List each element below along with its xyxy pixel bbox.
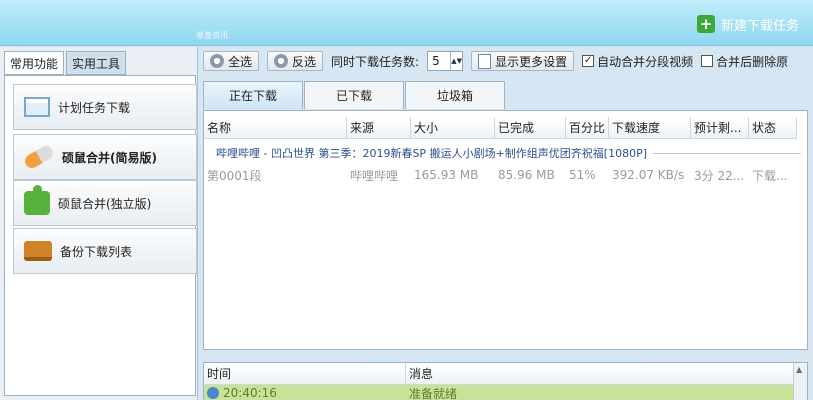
column-remaining[interactable]: 预计剩...: [691, 117, 749, 139]
sidebar-item-label: 硕鼠合并(独立版): [58, 196, 152, 211]
log-time-cell: 20:40:16: [204, 385, 406, 400]
stepper-arrows-icon[interactable]: ▲▼: [450, 52, 462, 70]
download-tabs: 正在下载 已下载 垃圾箱: [203, 81, 505, 109]
table-row[interactable]: 第0001段 哔哩哔哩 165.93 MB 85.96 MB 51% 392.0…: [204, 166, 797, 184]
cell-percent: 51%: [569, 168, 596, 182]
table-header: 名称 来源 大小 已完成 百分比 下载速度 预计剩... 状态: [204, 117, 797, 139]
tab-common-functions[interactable]: 常用功能: [4, 51, 65, 75]
invert-selection-button[interactable]: 反选: [267, 51, 324, 71]
select-all-button[interactable]: 全选: [203, 51, 260, 71]
cell-status: 下载...: [752, 168, 788, 183]
concurrent-stepper[interactable]: 5 ▲▼: [427, 51, 464, 71]
new-task-label: 新建下载任务: [720, 18, 799, 34]
wallet-icon: [24, 241, 52, 261]
checkbox-unchecked-icon: [701, 55, 714, 67]
column-status[interactable]: 状态: [749, 117, 797, 139]
cell-source: 哔哩哔哩: [350, 168, 399, 183]
tab-utilities[interactable]: 实用工具: [66, 51, 127, 75]
column-speed[interactable]: 下载速度: [609, 117, 691, 139]
download-table: 名称 来源 大小 已完成 百分比 下载速度 预计剩... 状态 哔哩哔哩 - 凹…: [203, 110, 808, 350]
auto-merge-label: 自动合并分段视频: [597, 54, 694, 69]
more-settings-button[interactable]: 显示更多设置: [471, 51, 575, 71]
delete-after-merge-checkbox[interactable]: 合并后删除原: [701, 53, 788, 70]
left-function-list: 计划任务下载 硕鼠合并(简易版) 硕鼠合并(独立版) 备份下载列表: [4, 75, 197, 396]
download-toolbar: 全选 反选 同时下载任务数: 5 ▲▼ 显示更多设置 ✓ 自动合并分段视频 合并…: [203, 49, 811, 73]
select-all-label: 全选: [228, 54, 253, 69]
tab-downloaded[interactable]: 已下载: [304, 81, 404, 109]
log-row[interactable]: 20:40:16 准备就绪: [204, 385, 807, 400]
log-scrollbar[interactable]: [793, 363, 807, 400]
sidebar-item-label: 硕鼠合并(简易版): [62, 150, 157, 165]
left-panel: 常用功能 实用工具 计划任务下载 硕鼠合并(简易版) 硕鼠合并(独立版) 备份下…: [0, 47, 198, 400]
concurrent-value: 5: [432, 54, 440, 68]
tab-trash[interactable]: 垃圾箱: [405, 81, 505, 109]
calendar-icon: [24, 97, 50, 117]
column-name[interactable]: 名称: [204, 117, 347, 139]
sidebar-item-backup-list[interactable]: 备份下载列表: [13, 228, 197, 274]
sidebar-item-scheduled-download[interactable]: 计划任务下载: [13, 84, 197, 130]
puzzle-icon: [24, 185, 50, 215]
left-tabs: 常用功能 实用工具: [4, 51, 127, 75]
group-divider: [653, 152, 801, 154]
sidebar-item-merge-simple[interactable]: 硕鼠合并(简易版): [13, 134, 197, 180]
pill-icon: [22, 143, 56, 171]
column-size[interactable]: 大小: [411, 117, 495, 139]
column-completed[interactable]: 已完成: [495, 117, 566, 139]
cell-remaining: 3分 22...: [694, 168, 745, 183]
invert-label: 反选: [292, 54, 317, 69]
gear-icon: [210, 54, 224, 68]
auto-merge-checkbox[interactable]: ✓ 自动合并分段视频: [582, 53, 693, 70]
gear-icon: [274, 54, 289, 68]
tab-downloading[interactable]: 正在下载: [203, 81, 303, 109]
column-source[interactable]: 来源: [347, 117, 411, 139]
task-group-header[interactable]: 哔哩哔哩 - 凹凸世界 第三季：2019新春SP 搬运人小剧场+制作组声优团齐祝…: [216, 145, 801, 161]
plus-icon: +: [696, 15, 715, 33]
cell-size: 165.93 MB: [414, 168, 479, 182]
log-message: 准备就绪: [409, 386, 458, 400]
concurrent-label: 同时下载任务数:: [331, 54, 420, 69]
log-table: 时间 消息 20:40:16 准备就绪: [203, 362, 808, 400]
more-settings-label: 显示更多设置: [495, 54, 568, 69]
document-icon: [478, 53, 492, 69]
watermark-text: 单身资讯: [196, 31, 228, 40]
column-percent[interactable]: 百分比: [566, 117, 609, 139]
sidebar-item-label: 备份下载列表: [60, 244, 133, 259]
sidebar-item-label: 计划任务下载: [58, 100, 131, 115]
cell-name: 第0001段: [207, 168, 262, 183]
info-icon: [207, 387, 219, 399]
delete-after-merge-label: 合并后删除原: [716, 54, 789, 69]
log-time: 20:40:16: [223, 386, 277, 400]
column-time[interactable]: 时间: [204, 363, 406, 385]
log-header: 时间 消息: [204, 363, 807, 385]
title-banner: 单身资讯 + 新建下载任务: [0, 0, 813, 46]
sidebar-item-merge-standalone[interactable]: 硕鼠合并(独立版): [13, 180, 197, 226]
new-download-task-button[interactable]: + 新建下载任务: [696, 14, 799, 34]
column-message[interactable]: 消息: [406, 363, 795, 385]
task-group-title: 哔哩哔哩 - 凹凸世界 第三季：2019新春SP 搬运人小剧场+制作组声优团齐祝…: [216, 147, 647, 160]
checkbox-checked-icon: ✓: [582, 55, 595, 67]
cell-speed: 392.07 KB/s: [612, 168, 685, 182]
cell-completed: 85.96 MB: [498, 168, 555, 182]
